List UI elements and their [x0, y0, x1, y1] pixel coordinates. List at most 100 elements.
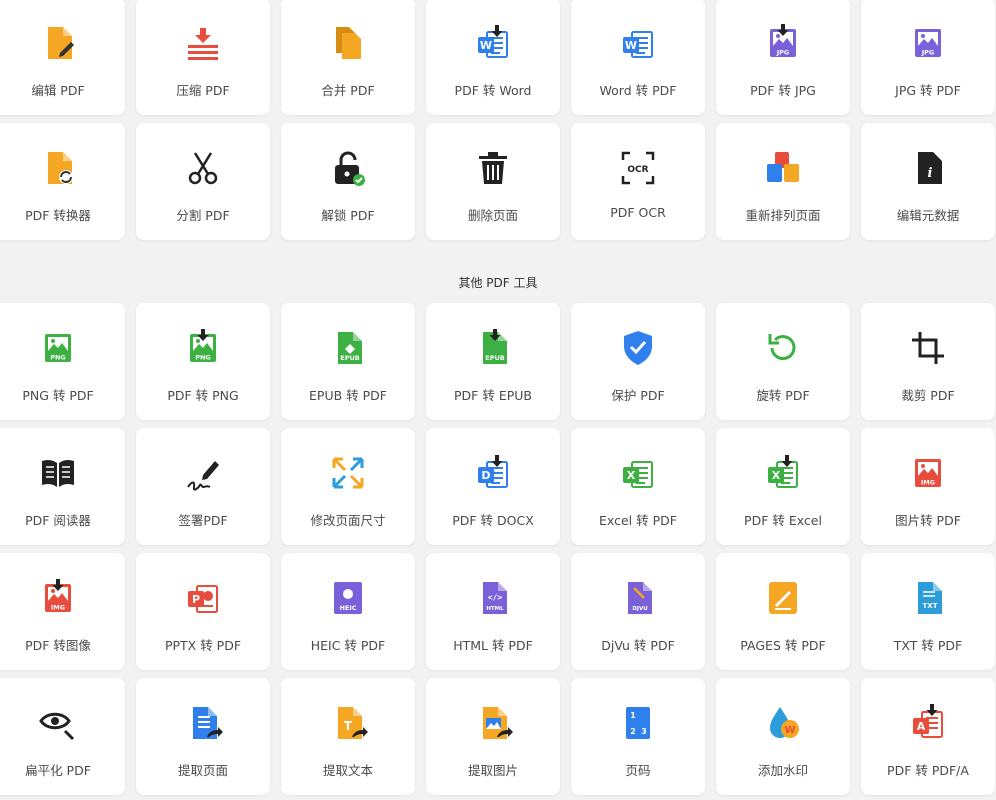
- tool-card-flatten-eye[interactable]: 扁平化 PDF: [0, 678, 125, 795]
- tool-label: 修改页面尺寸: [310, 513, 386, 528]
- tool-card-compress-pdf[interactable]: 压缩 PDF: [136, 0, 270, 115]
- tool-label: PDF 转 Word: [454, 83, 532, 98]
- main-tools-grid: 编辑 PDF 压缩 PDF 合并 PDF W PDF 转 Word W Word 转 P…: [0, 0, 995, 240]
- tool-label: 扁平化 PDF: [25, 763, 91, 778]
- tool-card-extract-text[interactable]: T 提取文本: [281, 678, 415, 795]
- tool-card-pdf-to-png[interactable]: PNG PDF 转 PNG: [136, 303, 270, 420]
- tool-label: 重新排列页面: [745, 208, 821, 223]
- svg-text:A: A: [917, 720, 926, 733]
- html-to-pdf-icon: </> HTML: [473, 578, 513, 618]
- tool-card-unlock[interactable]: 解锁 PDF: [281, 123, 415, 240]
- tool-card-word-to-pdf[interactable]: W Word 转 PDF: [571, 0, 705, 115]
- extract-pages-icon: [183, 703, 223, 743]
- svg-text:DJVU: DJVU: [632, 606, 647, 612]
- rearrange-pages-icon: [763, 148, 803, 188]
- tool-label: 解锁 PDF: [321, 208, 375, 223]
- extract-text-icon: T: [328, 703, 368, 743]
- tool-card-png-to-pdf[interactable]: PNG PNG 转 PDF: [0, 303, 125, 420]
- tool-card-image-to-pdf[interactable]: IMG 图片转 PDF: [861, 428, 995, 545]
- ocr-icon: OCR: [618, 148, 658, 188]
- svg-text:D: D: [481, 469, 490, 482]
- svg-text:3: 3: [641, 727, 647, 736]
- tool-card-crop[interactable]: 裁剪 PDF: [861, 303, 995, 420]
- tool-label: 保护 PDF: [611, 388, 665, 403]
- svg-text:JPG: JPG: [776, 49, 790, 57]
- tool-label: Word 转 PDF: [599, 83, 677, 98]
- tool-card-extract-images[interactable]: 提取图片: [426, 678, 560, 795]
- tool-card-pdf-to-excel[interactable]: X PDF 转 Excel: [716, 428, 850, 545]
- tool-card-rotate[interactable]: 旋转 PDF: [716, 303, 850, 420]
- tool-label: PDF 转图像: [25, 638, 91, 653]
- tool-card-pdf-converter[interactable]: PDF 转换器: [0, 123, 125, 240]
- heic-to-pdf-icon: HEIC: [328, 578, 368, 618]
- tool-card-ocr[interactable]: OCR PDF OCR: [571, 123, 705, 240]
- tool-card-edit-pdf[interactable]: 编辑 PDF: [0, 0, 125, 115]
- tool-card-rearrange-pages[interactable]: 重新排列页面: [716, 123, 850, 240]
- tool-card-page-numbers[interactable]: 1 2 3 页码: [571, 678, 705, 795]
- tool-card-trash[interactable]: 删除页面: [426, 123, 560, 240]
- pdf-to-pdfa-icon: A: [908, 703, 948, 743]
- pdf-to-jpg-icon: JPG: [763, 23, 803, 63]
- djvu-to-pdf-icon: DJVU: [618, 578, 658, 618]
- tool-card-pdf-to-docx[interactable]: D PDF 转 DOCX: [426, 428, 560, 545]
- pptx-to-pdf-icon: P: [183, 578, 223, 618]
- tool-label: 图片转 PDF: [895, 513, 961, 528]
- section-title-other-tools: 其他 PDF 工具: [458, 276, 538, 290]
- tool-label: PAGES 转 PDF: [740, 638, 826, 653]
- tool-card-book[interactable]: PDF 阅读器: [0, 428, 125, 545]
- tool-label: PDF 转 JPG: [750, 83, 816, 98]
- tool-card-extract-pages[interactable]: 提取页面: [136, 678, 270, 795]
- tool-card-djvu-to-pdf[interactable]: DJVU DjVu 转 PDF: [571, 553, 705, 670]
- tool-label: 签署PDF: [178, 513, 228, 528]
- tool-card-pdf-to-jpg[interactable]: JPG PDF 转 JPG: [716, 0, 850, 115]
- svg-text:</>: </>: [488, 593, 503, 602]
- tool-card-pdf-to-image[interactable]: IMG PDF 转图像: [0, 553, 125, 670]
- svg-text:JPG: JPG: [921, 49, 935, 57]
- svg-text:i: i: [928, 166, 933, 181]
- tool-card-heic-to-pdf[interactable]: HEIC HEIC 转 PDF: [281, 553, 415, 670]
- tool-label: PDF 阅读器: [25, 513, 91, 528]
- edit-pdf-icon: [38, 23, 78, 63]
- tool-card-merge-pdf[interactable]: 合并 PDF: [281, 0, 415, 115]
- tool-card-excel-to-pdf[interactable]: X Excel 转 PDF: [571, 428, 705, 545]
- tool-card-pages-to-pdf[interactable]: PAGES 转 PDF: [716, 553, 850, 670]
- pdf-converter-icon: [38, 148, 78, 188]
- tool-card-pdf-to-pdfa[interactable]: A PDF 转 PDF/A: [861, 678, 995, 795]
- svg-text:X: X: [627, 469, 636, 482]
- tool-label: 提取图片: [467, 763, 518, 778]
- tool-card-jpg-to-pdf[interactable]: JPG JPG 转 PDF: [861, 0, 995, 115]
- tool-card-epub-to-pdf[interactable]: EPUB EPUB 转 PDF: [281, 303, 415, 420]
- tool-card-pdf-to-word[interactable]: W PDF 转 Word: [426, 0, 560, 115]
- excel-to-pdf-icon: X: [618, 453, 658, 493]
- svg-text:HEIC: HEIC: [339, 604, 356, 612]
- tool-card-metadata[interactable]: i 编辑元数据: [861, 123, 995, 240]
- other-tools-grid: PNG PNG 转 PDF PNG PDF 转 PNG EPUB EPUB 转 PDF E…: [0, 303, 995, 795]
- book-icon: [38, 453, 78, 493]
- tool-card-pptx-to-pdf[interactable]: P PPTX 转 PDF: [136, 553, 270, 670]
- tool-card-shield[interactable]: 保护 PDF: [571, 303, 705, 420]
- svg-text:2: 2: [630, 727, 636, 736]
- tool-label: PPTX 转 PDF: [164, 638, 242, 653]
- resize-icon: [328, 453, 368, 493]
- svg-text:W: W: [480, 39, 492, 52]
- tool-card-resize[interactable]: 修改页面尺寸: [281, 428, 415, 545]
- shield-icon: [618, 328, 658, 368]
- tool-card-pdf-to-epub[interactable]: EPUB PDF 转 EPUB: [426, 303, 560, 420]
- tool-card-html-to-pdf[interactable]: </> HTML HTML 转 PDF: [426, 553, 560, 670]
- tool-card-signature[interactable]: 签署PDF: [136, 428, 270, 545]
- tool-label: PNG 转 PDF: [22, 388, 94, 403]
- svg-text:TXT: TXT: [923, 602, 938, 610]
- crop-icon: [908, 328, 948, 368]
- svg-text:W: W: [784, 725, 795, 736]
- pdf-to-docx-icon: D: [473, 453, 513, 493]
- tool-card-watermark[interactable]: W 添加水印: [716, 678, 850, 795]
- trash-icon: [473, 148, 513, 188]
- tool-card-scissors[interactable]: 分割 PDF: [136, 123, 270, 240]
- word-to-pdf-icon: W: [618, 23, 658, 63]
- metadata-icon: i: [908, 148, 948, 188]
- tool-card-txt-to-pdf[interactable]: TXT TXT 转 PDF: [861, 553, 995, 670]
- tool-label: 添加水印: [757, 763, 808, 778]
- tool-label: 旋转 PDF: [756, 388, 810, 403]
- rotate-icon: [763, 328, 803, 368]
- tool-label: JPG 转 PDF: [895, 83, 961, 98]
